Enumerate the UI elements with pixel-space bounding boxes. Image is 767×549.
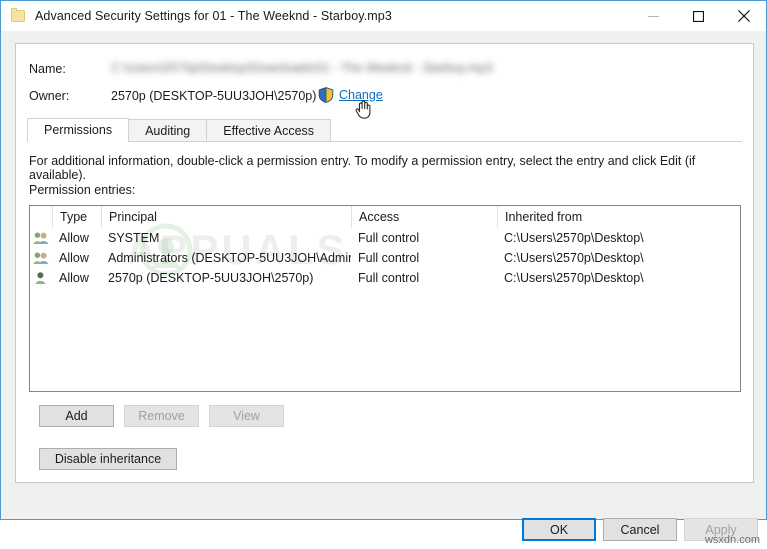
name-value-text: C:\Users\2570p\Desktop\Downloads\01 - Th… [111,61,493,75]
row-principal: 2570p (DESKTOP-5UU3JOH\2570p) [108,271,314,285]
minimize-button[interactable] [631,1,676,31]
close-button[interactable] [721,1,766,31]
settings-panel: Name: C:\Users\2570p\Desktop\Downloads\0… [15,43,754,483]
row-access: Full control [358,271,420,285]
column-header-access[interactable]: Access [351,206,497,228]
group-icon [33,232,49,244]
window-title: Advanced Security Settings for 01 - The … [35,9,392,23]
window-controls [631,1,766,31]
cancel-button[interactable]: Cancel [603,518,677,541]
column-header-inherited-from[interactable]: Inherited from [497,206,740,228]
tab-auditing[interactable]: Auditing [128,119,208,141]
column-header-type[interactable]: Type [52,206,101,228]
ok-button[interactable]: OK [522,518,596,541]
row-type: Allow [59,271,89,285]
permission-entries-label: Permission entries: [29,183,136,197]
list-column-headers: Type Principal Access Inherited from [30,206,740,228]
maximize-button[interactable] [676,1,721,31]
row-icon [30,228,52,248]
tab-effective-access[interactable]: Effective Access [206,119,332,141]
row-type: Allow [59,251,89,265]
row-inherited-from: C:\Users\2570p\Desktop\ [504,271,644,285]
dialog-body: Name: C:\Users\2570p\Desktop\Downloads\0… [1,31,766,546]
row-inherited-from: C:\Users\2570p\Desktop\ [504,231,644,245]
table-row[interactable]: Allow Administrators (DESKTOP-5UU3JOH\Ad… [30,248,740,268]
tab-permissions[interactable]: Permissions [27,118,130,142]
remove-button: Remove [124,405,199,427]
row-icon [30,248,52,268]
tab-auditing-label: Auditing [145,123,191,138]
change-owner-control[interactable]: Change [318,87,383,103]
row-inherited-from: C:\Users\2570p\Desktop\ [504,251,644,265]
tab-permissions-label: Permissions [44,123,113,137]
change-owner-link[interactable]: Change [339,88,383,102]
tab-effective-access-label: Effective Access [223,123,315,138]
list-rows: Allow SYSTEM Full control C:\Users\2570p… [30,228,740,288]
view-button: View [209,405,284,427]
apply-button: Apply [684,518,758,541]
user-icon [35,272,46,284]
add-button[interactable]: Add [39,405,114,427]
row-type: Allow [59,231,89,245]
column-header-principal[interactable]: Principal [101,206,351,228]
advanced-security-settings-window: Advanced Security Settings for 01 - The … [0,0,767,546]
folder-icon [11,8,26,23]
disable-inheritance-button[interactable]: Disable inheritance [39,448,177,470]
row-access: Full control [358,231,420,245]
title-bar: Advanced Security Settings for 01 - The … [1,1,766,31]
group-icon [33,252,49,264]
tab-strip: Permissions Auditing Effective Access [27,118,742,142]
row-icon [30,268,52,288]
permission-entries-list[interactable]: APPUALS Type Principal Access Inherited … [29,205,741,392]
row-access: Full control [358,251,420,265]
uac-shield-icon [318,87,334,103]
row-principal: SYSTEM [108,231,160,245]
instruction-text: For additional information, double-click… [29,154,696,182]
table-row[interactable]: Allow SYSTEM Full control C:\Users\2570p… [30,228,740,248]
name-value: C:\Users\2570p\Desktop\Downloads\01 - Th… [111,61,492,75]
name-label: Name: [29,62,66,76]
table-row[interactable]: Allow 2570p (DESKTOP-5UU3JOH\2570p) Full… [30,268,740,288]
owner-label: Owner: [29,89,70,103]
row-principal: Administrators (DESKTOP-5UU3JOH\Admin... [108,251,351,265]
owner-value: 2570p (DESKTOP-5UU3JOH\2570p) [111,89,317,103]
column-header-icon[interactable] [30,206,52,228]
dialog-footer: OK Cancel Apply wsxdn.com [1,483,766,549]
